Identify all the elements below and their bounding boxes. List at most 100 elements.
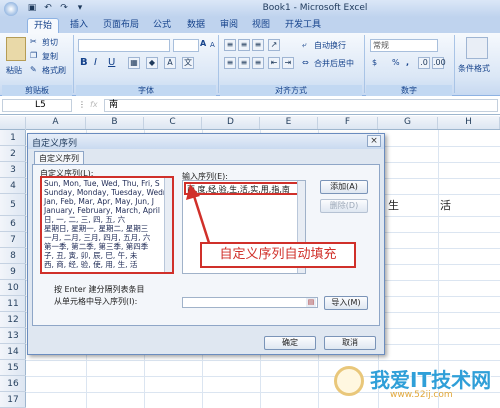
row-header[interactable]: 11: [0, 296, 26, 312]
align-right-icon[interactable]: ≡: [252, 57, 264, 69]
row-header[interactable]: 9: [0, 264, 26, 280]
import-button[interactable]: 导入(M): [324, 296, 368, 310]
format-painter-button[interactable]: 格式刷: [42, 65, 66, 76]
list-item[interactable]: 日, 一, 二, 三, 四, 五, 六: [44, 215, 125, 224]
currency-icon[interactable]: $: [372, 58, 377, 67]
row-header[interactable]: 13: [0, 328, 26, 344]
delete-button[interactable]: 删除(D): [320, 199, 368, 213]
column-header[interactable]: D: [202, 117, 260, 129]
row-header[interactable]: 16: [0, 376, 26, 392]
tab-home[interactable]: 开始: [27, 18, 59, 33]
list-item[interactable]: Sun, Mon, Tue, Wed, Thu, Fri, S: [44, 179, 160, 188]
import-range-input[interactable]: ▤: [182, 297, 318, 308]
grow-font-icon[interactable]: A: [200, 39, 206, 48]
list-item[interactable]: 星期日, 星期一, 星期二, 星期三: [44, 224, 148, 233]
paste-label[interactable]: 粘贴: [6, 65, 22, 76]
align-center-icon[interactable]: ≡: [238, 57, 250, 69]
row-header[interactable]: 6: [0, 216, 26, 232]
list-item[interactable]: 子, 丑, 寅, 卯, 辰, 巳, 午, 未: [44, 251, 137, 260]
increase-indent-icon[interactable]: ⇥: [282, 57, 294, 69]
column-header[interactable]: C: [144, 117, 202, 129]
list-item[interactable]: Sunday, Monday, Tuesday, Wednes: [44, 188, 172, 197]
row-header[interactable]: 17: [0, 392, 26, 408]
bold-button[interactable]: B: [80, 57, 88, 68]
row-header[interactable]: 1: [0, 130, 26, 146]
tab-formulas[interactable]: 公式: [148, 18, 176, 33]
fill-color-icon[interactable]: ◆: [146, 57, 158, 69]
name-box[interactable]: L5: [2, 99, 72, 112]
column-header[interactable]: H: [438, 117, 500, 129]
tab-custom-lists[interactable]: 自定义序列: [34, 151, 84, 165]
custom-lists-listbox[interactable]: Sun, Mon, Tue, Wed, Thu, Fri, S Sunday, …: [40, 176, 174, 274]
save-icon[interactable]: ▣: [26, 2, 38, 14]
fx-icon[interactable]: fx: [90, 100, 98, 109]
tab-page-layout[interactable]: 页面布局: [98, 18, 144, 33]
underline-button[interactable]: U: [108, 57, 115, 68]
list-item[interactable]: 一月, 二月, 三月, 四月, 五月, 六: [44, 233, 150, 242]
column-header[interactable]: A: [26, 117, 86, 129]
cut-icon[interactable]: ✂: [30, 37, 37, 46]
column-header[interactable]: E: [260, 117, 318, 129]
row-header[interactable]: 3: [0, 162, 26, 178]
row-header[interactable]: 5: [0, 194, 26, 216]
phonetic-icon[interactable]: 文: [182, 57, 194, 69]
customize-toolbar-icon[interactable]: ▾: [74, 2, 86, 14]
column-header[interactable]: F: [318, 117, 378, 129]
row-header[interactable]: 15: [0, 360, 26, 376]
align-middle-icon[interactable]: ≡: [238, 39, 250, 51]
cell-f5[interactable]: 生: [388, 197, 399, 213]
tab-data[interactable]: 数据: [182, 18, 210, 33]
cancel-button[interactable]: 取消: [324, 336, 376, 350]
format-painter-icon[interactable]: ✎: [30, 65, 37, 74]
border-icon[interactable]: ▦: [128, 57, 140, 69]
font-size-box[interactable]: [173, 39, 199, 52]
tab-insert[interactable]: 插入: [64, 18, 94, 33]
align-bottom-icon[interactable]: ≡: [252, 39, 264, 51]
paste-icon[interactable]: [6, 37, 26, 61]
italic-button[interactable]: I: [94, 57, 97, 68]
decrease-decimal-icon[interactable]: .00: [432, 57, 446, 69]
row-header[interactable]: 10: [0, 280, 26, 296]
conditional-format-button[interactable]: 条件格式: [458, 63, 490, 74]
row-header[interactable]: 7: [0, 232, 26, 248]
row-header[interactable]: 4: [0, 178, 26, 194]
font-name-box[interactable]: [78, 39, 170, 52]
merge-center-icon[interactable]: ⇔: [302, 58, 309, 67]
merge-center-button[interactable]: 合并后居中: [314, 58, 354, 69]
column-header[interactable]: B: [86, 117, 144, 129]
font-color-icon[interactable]: A: [164, 57, 176, 69]
cell-h5[interactable]: 活: [440, 197, 451, 213]
list-item[interactable]: 西, 商, 经, 验, 使, 用, 生, 活: [44, 260, 137, 269]
close-icon[interactable]: ×: [367, 135, 381, 147]
office-button-icon[interactable]: [4, 2, 18, 16]
increase-decimal-icon[interactable]: .0: [418, 57, 430, 69]
list-scrollbar[interactable]: [164, 178, 172, 272]
list-item[interactable]: Jan, Feb, Mar, Apr, May, Jun, J: [44, 197, 154, 206]
row-header[interactable]: 2: [0, 146, 26, 162]
align-left-icon[interactable]: ≡: [224, 57, 236, 69]
tab-view[interactable]: 视图: [247, 18, 275, 33]
list-entries-value[interactable]: 西,度,经,验,生,活,实,用,指,南: [187, 184, 290, 195]
formula-input[interactable]: 南: [104, 99, 498, 112]
redo-icon[interactable]: ↷: [58, 2, 70, 14]
add-button[interactable]: 添加(A): [320, 180, 368, 194]
tab-review[interactable]: 审阅: [215, 18, 243, 33]
ok-button[interactable]: 确定: [264, 336, 316, 350]
percent-button[interactable]: %: [392, 58, 400, 67]
row-header[interactable]: 8: [0, 248, 26, 264]
list-item[interactable]: January, February, March, April: [44, 206, 160, 215]
range-picker-icon[interactable]: ▤: [306, 298, 316, 307]
number-format-box[interactable]: 常规: [370, 39, 438, 52]
column-header[interactable]: G: [378, 117, 438, 129]
cut-button[interactable]: 剪切: [42, 37, 58, 48]
wrap-text-button[interactable]: 自动换行: [314, 40, 346, 51]
row-header[interactable]: 12: [0, 312, 26, 328]
row-header[interactable]: 14: [0, 344, 26, 360]
shrink-font-icon[interactable]: A: [210, 41, 215, 49]
conditional-format-icon[interactable]: [466, 37, 488, 59]
undo-icon[interactable]: ↶: [42, 2, 54, 14]
decrease-indent-icon[interactable]: ⇤: [268, 57, 280, 69]
align-top-icon[interactable]: ≡: [224, 39, 236, 51]
orientation-icon[interactable]: ↗: [268, 39, 280, 51]
select-all-corner[interactable]: [0, 117, 26, 130]
